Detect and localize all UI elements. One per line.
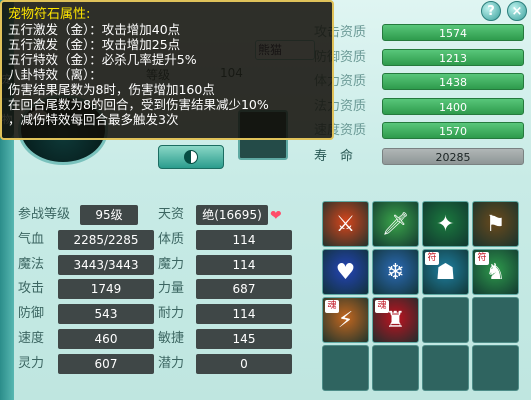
skill-slot[interactable]: ❄ <box>372 249 419 295</box>
stat-value: 607 <box>58 353 154 374</box>
stat-value: 95级 <box>80 205 138 225</box>
skill-slot-empty[interactable] <box>422 297 469 343</box>
stat-value: 460 <box>58 329 154 349</box>
stat-label: 灵力 <box>18 355 45 371</box>
close-button[interactable]: × <box>507 1 527 21</box>
tooltip-title: 宠物符石属性: <box>8 7 91 22</box>
stat-value: 114 <box>196 304 292 325</box>
aptitude-bar: 1438 <box>382 73 524 90</box>
bagua-button[interactable] <box>158 145 224 169</box>
stat-row: 防御 543 <box>18 303 178 325</box>
skill-grid: ⚔ 🗡 ✦ ⚑ ♥ ❄ ☗ 符 ♞ 符 ⚡ 魂 ♜ 魂 <box>322 201 526 395</box>
stat-row: 魔力 114 <box>158 254 318 276</box>
stat-row: 参战等级 95级 <box>18 204 178 226</box>
stat-label: 力量 <box>158 281 185 297</box>
yin-yang-icon <box>184 150 198 164</box>
skill-slot-empty[interactable] <box>422 345 469 391</box>
heart-shield-icon: ♥ <box>335 259 356 285</box>
stat-label: 攻击 <box>18 281 45 297</box>
ice-beam-icon: ❄ <box>386 259 405 285</box>
skill-badge: 符 <box>475 252 489 265</box>
stat-row: 体质 114 <box>158 229 318 251</box>
pet-attributes-window: 宠 物 ? × 熊猫 等级 104 攻击资质1574防御资质1213体力资质14… <box>0 0 531 400</box>
stat-label: 魔力 <box>158 256 185 272</box>
stat-row: 潜力 0 <box>158 353 318 375</box>
stat-row: 灵力 607 <box>18 353 178 375</box>
stat-value: 3443/3443 <box>58 254 154 275</box>
skill-badge: 魂 <box>325 300 339 313</box>
stat-label: 速度 <box>18 331 45 346</box>
close-icon: × <box>511 3 523 19</box>
rune-attributes-tooltip: 宠物符石属性: 五行激发（金）：攻击增加40点 五行激发（金）：攻击增加25点 … <box>0 0 334 140</box>
skill-slot[interactable]: ⚔ <box>322 201 369 247</box>
tooltip-line: 五行特效（金）：必杀几率提升5% <box>8 52 197 67</box>
sword-strike-icon: ⚔ <box>335 211 356 237</box>
stat-row: 耐力 114 <box>158 303 318 325</box>
stat-label: 防御 <box>18 306 45 322</box>
blade-green-icon: 🗡 <box>381 211 410 237</box>
stat-row: 敏捷 145 <box>158 328 318 350</box>
stat-row: 攻击 1749 <box>18 278 178 300</box>
skill-slot-empty[interactable] <box>472 345 519 391</box>
stat-label: 魔法 <box>18 256 45 272</box>
aptitude-bar: 1400 <box>382 97 524 115</box>
tooltip-line: 五行激发（金）：攻击增加40点 <box>8 22 181 37</box>
stat-row: 魔法 3443/3443 <box>18 254 178 276</box>
skill-slot[interactable]: 🗡 <box>372 201 419 247</box>
skill-slot[interactable]: ⚡ 魂 <box>322 297 369 343</box>
boot-icon: ⚑ <box>485 211 506 237</box>
aptitude-bar: 1570 <box>382 122 524 139</box>
stat-value: 0 <box>196 353 292 374</box>
stat-label: 敏捷 <box>158 331 185 346</box>
stat-label: 体质 <box>158 231 185 247</box>
skill-slot[interactable]: ♥ <box>322 249 369 295</box>
skill-slot[interactable]: ⚑ <box>472 201 519 247</box>
stat-value: 绝(16695) <box>196 205 268 225</box>
tooltip-line: 在回合尾数为8的回合，受到伤害结果减少10% <box>8 97 269 112</box>
window-controls: ? × <box>481 1 527 21</box>
stat-value: 114 <box>196 254 292 275</box>
stat-label: 耐力 <box>158 306 185 322</box>
stat-value: 687 <box>196 279 292 300</box>
skill-slot-empty[interactable] <box>472 297 519 343</box>
stat-row: 速度 460 <box>18 328 178 350</box>
aptitude-bar: 1213 <box>382 48 524 66</box>
stat-value: 543 <box>58 304 154 325</box>
skill-slot[interactable]: ♜ 魂 <box>372 297 419 343</box>
skill-slot-empty[interactable] <box>322 345 369 391</box>
life-bar: 20285 <box>382 148 524 165</box>
stat-label: 参战等级 <box>18 207 71 222</box>
heart-icon: ❤ <box>270 208 282 224</box>
skill-slot[interactable]: ☗ 符 <box>422 249 469 295</box>
skill-badge: 魂 <box>375 300 389 313</box>
skill-slot-empty[interactable] <box>372 345 419 391</box>
stat-row: 气血 2285/2285 <box>18 229 178 251</box>
stat-label: 潜力 <box>158 355 185 371</box>
tooltip-line: 伤害结果尾数为8时，伤害增加160点 <box>8 82 215 97</box>
tooltip-line: 五行激发（金）：攻击增加25点 <box>8 37 181 52</box>
tooltip-line: 八卦特效（离）： <box>8 67 102 82</box>
tooltip-line: ，减伤特效每回合最多触发3次 <box>8 112 179 127</box>
skill-slot[interactable]: ♞ 符 <box>472 249 519 295</box>
skill-slot[interactable]: ✦ <box>422 201 469 247</box>
shadow-creature-icon: ✦ <box>436 211 455 237</box>
stat-row: 力量 687 <box>158 278 318 300</box>
stat-label: 天资 <box>158 207 185 222</box>
stat-label: 气血 <box>18 231 45 247</box>
life-row: 寿 命 20285 <box>300 146 526 168</box>
stat-row: 天资 绝(16695) <box>158 204 318 226</box>
stat-value: 114 <box>196 229 292 250</box>
stat-value: 1749 <box>58 279 154 300</box>
question-icon: ? <box>487 3 495 19</box>
skill-badge: 符 <box>425 252 439 265</box>
stat-value: 2285/2285 <box>58 229 154 250</box>
aptitude-bar: 1574 <box>382 24 524 41</box>
life-label: 寿 命 <box>314 149 354 164</box>
help-button[interactable]: ? <box>481 1 501 21</box>
stat-value: 145 <box>196 329 292 349</box>
